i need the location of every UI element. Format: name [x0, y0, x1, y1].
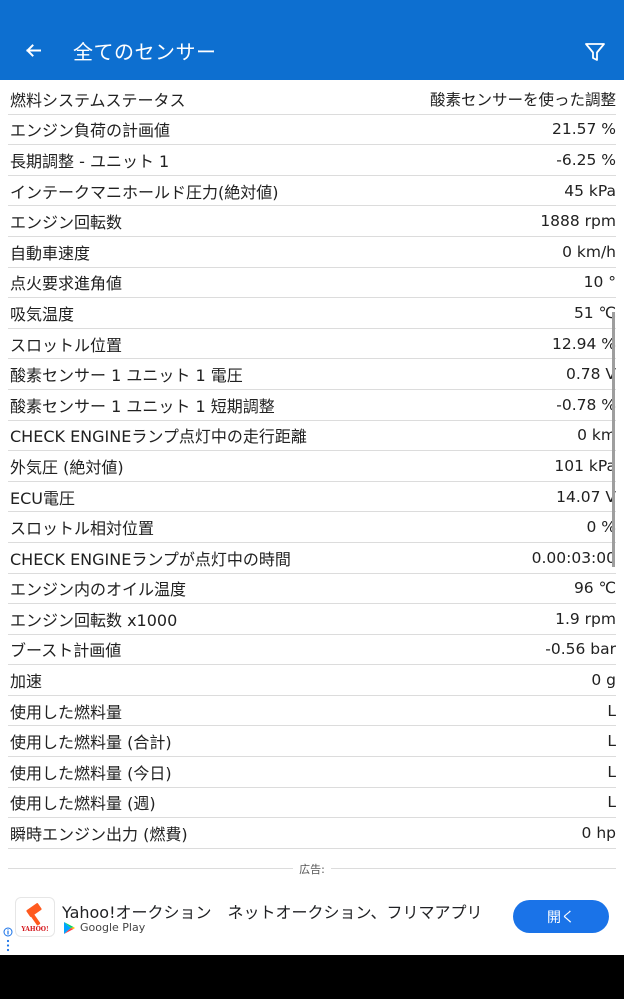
- sensor-value: 101 kPa: [554, 456, 616, 475]
- system-nav-bar: [0, 955, 624, 999]
- sensor-value: 0.00:03:00: [531, 548, 616, 567]
- sensor-row[interactable]: 酸素センサー 1 ユニット 1 電圧 0.78 V: [8, 359, 616, 390]
- app-brand-text: YAHOO!: [21, 926, 49, 933]
- sensor-label: 使用した燃料量: [10, 702, 123, 722]
- ad-label: 広告:: [0, 861, 624, 877]
- sensor-label: 使用した燃料量 (合計): [10, 733, 172, 753]
- sensor-label: 酸素センサー 1 ユニット 1 短期調整: [10, 396, 275, 416]
- open-button[interactable]: 開く: [513, 900, 609, 933]
- sensor-value: 酸素センサーを使った調整: [429, 90, 616, 109]
- sensor-row[interactable]: 使用した燃料量 (今日) L: [8, 757, 616, 788]
- sensor-row[interactable]: 酸素センサー 1 ユニット 1 短期調整 -0.78 %: [8, 390, 616, 421]
- google-play-icon: [64, 921, 75, 934]
- sensor-row[interactable]: 瞬時エンジン出力 (燃費) 0 hp: [8, 818, 616, 849]
- sensor-row[interactable]: インテークマニホールド圧力(絶対値) 45 kPa: [8, 176, 616, 207]
- sensor-row[interactable]: CHECK ENGINEランプ点灯中の走行距離 0 km: [8, 421, 616, 452]
- sensor-value: 96 ℃: [573, 579, 616, 598]
- sensor-row[interactable]: 点火要求進角値 10 °: [8, 268, 616, 299]
- sensor-label: CHECK ENGINEランプが点灯中の時間: [10, 549, 291, 569]
- sensor-label: CHECK ENGINEランプ点灯中の走行距離: [10, 427, 307, 447]
- sensor-row[interactable]: 自動車速度 0 km/h: [8, 237, 616, 268]
- sensor-value: 0 km: [577, 426, 616, 445]
- sensor-value: 21.57 %: [551, 120, 616, 139]
- sensor-list[interactable]: 燃料システムステータス 酸素センサーを使った調整エンジン負荷の計画値 21.57 %…: [0, 84, 624, 863]
- sensor-row[interactable]: エンジン負荷の計画値 21.57 %: [8, 115, 616, 146]
- sensor-row[interactable]: 長期調整 - ユニット 1 -6.25 %: [8, 145, 616, 176]
- sensor-label: 使用した燃料量 (週): [10, 794, 156, 814]
- sensor-label: ECU電圧: [10, 488, 75, 508]
- sensor-value: 0 km/h: [562, 242, 616, 261]
- sensor-label: 長期調整 - ユニット 1: [10, 151, 170, 171]
- store-badge: Google Play: [64, 921, 145, 934]
- yahoo-auction-app-icon[interactable]: YAHOO!: [15, 897, 55, 937]
- app-bar: 全てのセンサー: [0, 0, 624, 80]
- sensor-value: 0 g: [591, 671, 616, 690]
- sensor-value: L: [607, 701, 616, 720]
- store-name: Google Play: [80, 921, 146, 934]
- sensor-label: 外気圧 (絶対値): [10, 457, 124, 477]
- page-title: 全てのセンサー: [73, 40, 217, 64]
- sensor-label: スロットル位置: [10, 335, 123, 355]
- sensor-label: 使用した燃料量 (今日): [10, 763, 172, 783]
- sensor-label: インテークマニホールド圧力(絶対値): [10, 182, 279, 202]
- sensor-value: 45 kPa: [564, 181, 616, 200]
- sensor-label: エンジン回転数: [10, 213, 123, 233]
- ad-info-icon[interactable]: [3, 927, 13, 953]
- scrollbar-thumb[interactable]: [612, 312, 615, 567]
- sensor-row[interactable]: 加速 0 g: [8, 665, 616, 696]
- sensor-value: 14.07 V: [556, 487, 616, 506]
- sensor-row[interactable]: 使用した燃料量 (週) L: [8, 788, 616, 819]
- sensor-label: エンジン内のオイル温度: [10, 580, 187, 600]
- sensor-row[interactable]: 使用した燃料量 L: [8, 696, 616, 727]
- sensor-value: 51 ℃: [573, 303, 616, 322]
- ad-banner[interactable]: YAHOO! Yahoo!オークション ネットオークション、フリマアプリ Goo…: [0, 880, 624, 955]
- filter-icon[interactable]: [582, 39, 608, 65]
- sensor-value: 1.9 rpm: [555, 609, 616, 628]
- sensor-row[interactable]: 吸気温度 51 ℃: [8, 298, 616, 329]
- arrow-left-icon[interactable]: [18, 36, 48, 66]
- sensor-value: 1888 rpm: [540, 212, 616, 231]
- sensor-row[interactable]: エンジン回転数 1888 rpm: [8, 206, 616, 237]
- sensor-value: 10 °: [583, 273, 616, 292]
- sensor-label: 吸気温度: [10, 304, 75, 324]
- sensor-value: -0.56 bar: [545, 640, 616, 659]
- sensor-value: -0.78 %: [556, 395, 616, 414]
- sensor-value: L: [607, 732, 616, 751]
- sensor-label: 瞬時エンジン出力 (燃費): [10, 825, 188, 845]
- sensor-label: ブースト計画値: [10, 641, 122, 661]
- sensor-value: L: [607, 793, 616, 812]
- sensor-row[interactable]: 外気圧 (絶対値) 101 kPa: [8, 451, 616, 482]
- sensor-value: -6.25 %: [556, 150, 616, 169]
- sensor-value: L: [607, 762, 616, 781]
- sensor-label: エンジン回転数 x1000: [10, 610, 178, 630]
- sensor-row[interactable]: ECU電圧 14.07 V: [8, 482, 616, 513]
- sensor-row[interactable]: CHECK ENGINEランプが点灯中の時間 0.00:03:00: [8, 543, 616, 574]
- sensor-row[interactable]: スロットル相対位置 0 %: [8, 512, 616, 543]
- sensor-row[interactable]: 使用した燃料量 (合計) L: [8, 726, 616, 758]
- sensor-row[interactable]: ブースト計画値 -0.56 bar: [8, 635, 616, 666]
- sensor-row[interactable]: 燃料システムステータス 酸素センサーを使った調整: [8, 84, 616, 115]
- sensor-value: 12.94 %: [551, 334, 616, 353]
- sensor-value: 0.78 V: [565, 365, 616, 384]
- sensor-label: スロットル相対位置: [10, 519, 155, 539]
- sensor-row[interactable]: スロットル位置 12.94 %: [8, 329, 616, 360]
- sensor-value: 0 hp: [581, 824, 616, 843]
- sensor-label: 点火要求進角値: [10, 274, 123, 294]
- sensor-row[interactable]: エンジン回転数 x1000 1.9 rpm: [8, 604, 616, 635]
- sensor-label: 酸素センサー 1 ユニット 1 電圧: [10, 366, 243, 386]
- ad-headline[interactable]: Yahoo!オークション ネットオークション、フリマアプリ: [62, 899, 483, 923]
- sensor-label: エンジン負荷の計画値: [10, 121, 171, 141]
- sensor-label: 燃料システムステータス: [10, 90, 186, 110]
- sensor-row[interactable]: エンジン内のオイル温度 96 ℃: [8, 574, 616, 605]
- sensor-label: 加速: [10, 672, 43, 692]
- sensor-label: 自動車速度: [10, 243, 91, 263]
